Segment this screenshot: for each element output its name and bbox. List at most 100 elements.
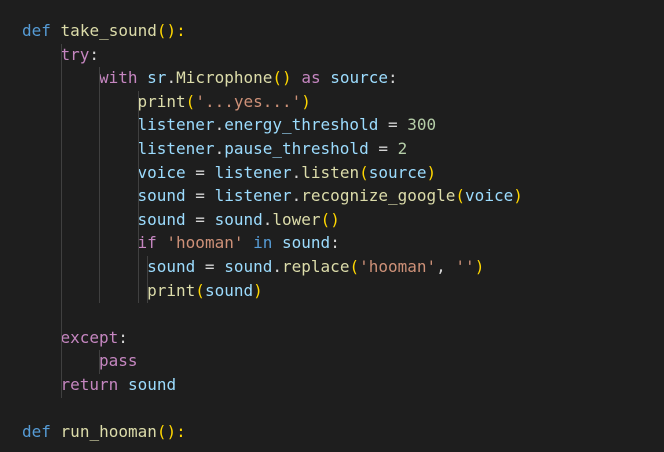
code-token: listener bbox=[214, 162, 292, 182]
code-token: = bbox=[185, 186, 215, 206]
code-token: : bbox=[89, 44, 100, 64]
code-token: sound bbox=[127, 375, 177, 394]
code-token: ) bbox=[301, 91, 311, 111]
code-token: sound bbox=[224, 257, 273, 276]
code-line[interactable]: def run_hooman(): bbox=[22, 421, 186, 443]
code-token: with bbox=[99, 68, 138, 88]
code-token: try bbox=[60, 44, 90, 64]
code-line[interactable]: sound = listener.recognize_google(voice) bbox=[138, 185, 523, 207]
code-token: '...yes...' bbox=[195, 91, 302, 111]
code-token: listen bbox=[301, 162, 360, 182]
code-token: '' bbox=[455, 257, 475, 276]
code-token: def bbox=[22, 422, 51, 442]
code-token: if bbox=[137, 233, 157, 253]
code-token: replace bbox=[282, 257, 350, 276]
code-token: ( bbox=[195, 280, 205, 300]
code-token: ( bbox=[359, 162, 369, 182]
code-token: 'hooman' bbox=[166, 233, 244, 253]
code-token: sr bbox=[147, 68, 167, 88]
code-token: : bbox=[330, 233, 340, 253]
code-token: ) bbox=[513, 186, 523, 206]
code-token: = bbox=[185, 162, 215, 182]
code-token: . bbox=[291, 162, 302, 182]
code-token: = bbox=[195, 257, 225, 276]
code-token: sound bbox=[137, 186, 186, 206]
code-token: energy_threshold bbox=[224, 115, 379, 135]
code-line[interactable]: try: bbox=[61, 44, 100, 66]
code-line[interactable]: listener.energy_threshold = 300 bbox=[138, 114, 437, 136]
code-token: as bbox=[301, 68, 321, 88]
code-token: voice bbox=[137, 162, 186, 182]
code-line[interactable]: return sound bbox=[61, 374, 177, 396]
code-line[interactable]: listener.pause_threshold = 2 bbox=[138, 138, 408, 160]
code-token: run_hooman bbox=[60, 422, 157, 442]
code-token: 2 bbox=[397, 139, 408, 158]
code-token: recognize_google bbox=[301, 186, 456, 206]
code-token: sound bbox=[204, 280, 254, 300]
code-token: : bbox=[118, 327, 128, 347]
code-token: : bbox=[388, 68, 398, 88]
code-token: ) bbox=[474, 257, 485, 276]
code-token: . bbox=[166, 68, 177, 88]
code-token: return bbox=[60, 375, 119, 394]
code-token: 'hooman' bbox=[359, 257, 437, 276]
code-token: = bbox=[368, 139, 398, 158]
code-token: source bbox=[368, 162, 427, 182]
indent-guide bbox=[99, 67, 100, 304]
code-token: listener bbox=[137, 139, 215, 158]
code-token: . bbox=[291, 186, 302, 206]
code-token: sound bbox=[147, 257, 196, 276]
code-token: ( bbox=[455, 186, 466, 206]
code-line[interactable]: sound = sound.lower() bbox=[138, 209, 340, 231]
code-token: lower bbox=[272, 209, 321, 229]
code-line[interactable]: except: bbox=[61, 327, 128, 349]
code-token: () bbox=[320, 209, 340, 229]
code-token: take_sound bbox=[60, 21, 157, 40]
code-token: . bbox=[214, 115, 225, 135]
code-token: 300 bbox=[407, 115, 437, 135]
code-token: ) bbox=[426, 162, 437, 182]
code-token: ) bbox=[253, 280, 263, 300]
code-line[interactable]: def take_sound(): bbox=[22, 20, 186, 42]
code-token: . bbox=[272, 257, 283, 276]
code-token: listener bbox=[214, 186, 292, 206]
code-token: = bbox=[378, 115, 408, 135]
code-token: pause_threshold bbox=[224, 139, 369, 158]
code-token: (): bbox=[156, 21, 186, 40]
code-token: pass bbox=[99, 351, 138, 371]
indent-guide bbox=[137, 90, 139, 304]
code-line[interactable]: with sr.Microphone() as source: bbox=[99, 67, 398, 89]
indent-guide bbox=[99, 350, 100, 374]
code-token: ( bbox=[349, 257, 360, 276]
indent-guide bbox=[60, 43, 62, 398]
code-line[interactable]: print(sound) bbox=[147, 280, 263, 302]
code-token: in bbox=[253, 233, 273, 253]
code-token: listener bbox=[137, 115, 215, 135]
indent-guide bbox=[147, 256, 149, 304]
code-token: = bbox=[185, 209, 215, 229]
code-line[interactable]: print('...yes...') bbox=[138, 91, 311, 113]
code-token: def bbox=[22, 21, 51, 40]
code-token: ( bbox=[185, 91, 196, 111]
code-token: () bbox=[272, 68, 292, 88]
code-line[interactable]: voice = listener.listen(source) bbox=[138, 162, 437, 184]
code-token: source bbox=[330, 68, 389, 88]
code-token: sound bbox=[137, 209, 186, 229]
code-token: print bbox=[137, 91, 186, 111]
code-token: , bbox=[436, 257, 456, 276]
code-token: Microphone bbox=[176, 68, 273, 88]
code-token: . bbox=[214, 139, 225, 158]
code-line[interactable]: if 'hooman' in sound: bbox=[138, 232, 340, 254]
code-token: . bbox=[262, 209, 273, 229]
code-token: (): bbox=[156, 422, 186, 442]
code-editor[interactable]: def take_sound(): try: with sr.Microphone(… bbox=[0, 0, 664, 452]
code-line[interactable]: sound = sound.replace('hooman', '') bbox=[147, 256, 484, 278]
code-token: sound bbox=[282, 233, 331, 253]
code-line[interactable]: pass bbox=[99, 350, 138, 372]
code-token: except bbox=[60, 327, 119, 347]
